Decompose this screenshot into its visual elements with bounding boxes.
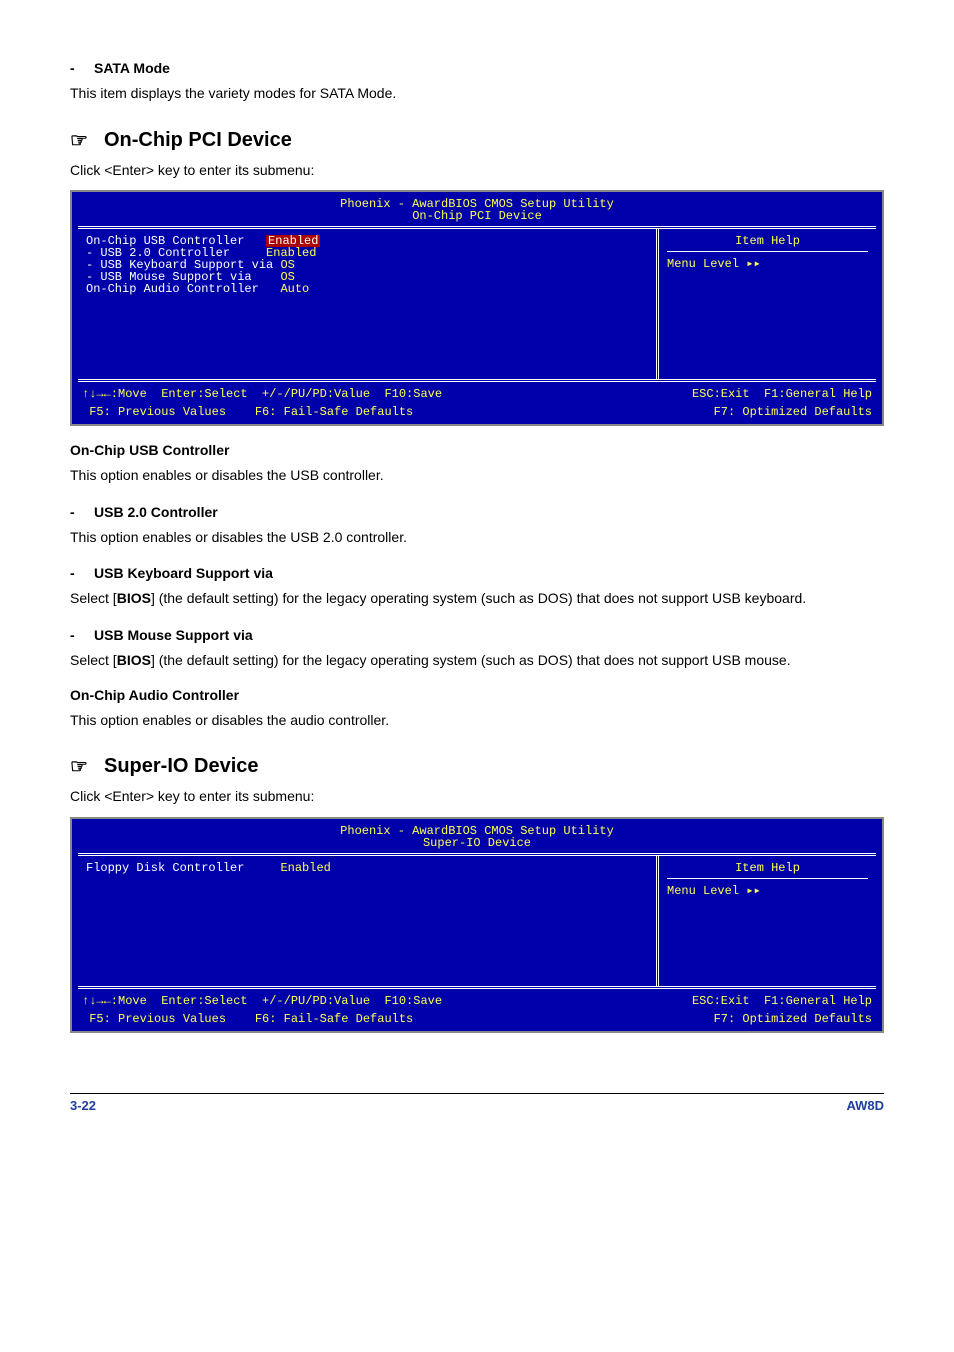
usb20-desc: This option enables or disables the USB … (70, 528, 884, 548)
superio-title: Super-IO Device (104, 755, 259, 778)
usb-mouse-heading: - USB Mouse Support via (70, 627, 884, 643)
bios-bold: BIOS (117, 590, 151, 606)
hand-pointer-icon: ☞ (70, 128, 104, 153)
bios-setting-label: Floppy Disk Controller (86, 862, 244, 874)
dash-bullet: - (70, 627, 94, 643)
bios-right-pane: Item Help Menu Level ▸▸ (656, 229, 876, 379)
bios-menu-level: Menu Level ▸▸ (667, 258, 868, 270)
usb20-heading: - USB 2.0 Controller (70, 504, 884, 520)
bios-screenshot-superio: Phoenix - AwardBIOS CMOS Setup Utility S… (70, 817, 884, 1033)
superio-header: ☞ Super-IO Device (70, 754, 884, 779)
onchip-pci-intro: Click <Enter> key to enter its submenu: (70, 161, 884, 181)
bios-setting-value: Enabled (280, 862, 330, 874)
usb20-title: USB 2.0 Controller (94, 504, 218, 520)
bios-body: On-Chip USB Controller Enabled - USB 2.0… (78, 226, 876, 382)
bios-screenshot-onchip-pci: Phoenix - AwardBIOS CMOS Setup Utility O… (70, 190, 884, 426)
bios-item-help: Item Help (667, 235, 868, 247)
hand-pointer-icon: ☞ (70, 754, 104, 779)
onchip-audio-desc: This option enables or disables the audi… (70, 711, 884, 731)
bios-title-line2: Super-IO Device (72, 837, 882, 849)
usb-keyboard-desc: Select [BIOS] (the default setting) for … (70, 589, 884, 609)
usb-keyboard-title: USB Keyboard Support via (94, 565, 273, 581)
bios-title-line2: On-Chip PCI Device (72, 210, 882, 222)
dash-bullet: - (70, 60, 94, 76)
usb-mouse-desc: Select [BIOS] (the default setting) for … (70, 651, 884, 671)
bios-body: Floppy Disk Controller Enabled Item Help… (78, 853, 876, 989)
bios-title-line1: Phoenix - AwardBIOS CMOS Setup Utility (72, 825, 882, 837)
bios-left-pane: On-Chip USB Controller Enabled - USB 2.0… (78, 229, 656, 379)
text-span: Select [ (70, 590, 117, 606)
onchip-pci-title: On-Chip PCI Device (104, 129, 292, 152)
onchip-audio-title: On-Chip Audio Controller (70, 687, 884, 703)
bios-menu-level: Menu Level ▸▸ (667, 885, 868, 897)
bios-keys-row1: ↑↓→←:Move Enter:Select +/-/PU/PD:Value F… (72, 993, 882, 1013)
bios-keys-right: ESC:Exit F1:General Help (692, 995, 872, 1007)
bios-keys-row1: ↑↓→←:Move Enter:Select +/-/PU/PD:Value F… (72, 386, 882, 406)
bios-row: On-Chip Audio Controller Auto (86, 283, 648, 295)
sata-mode-heading: - SATA Mode (70, 60, 884, 76)
dash-bullet: - (70, 565, 94, 581)
bios-keys-left: F5: Previous Values F6: Fail-Safe Defaul… (82, 406, 714, 418)
bios-keys-right: F7: Optimized Defaults (714, 1013, 872, 1025)
onchip-usb-title: On-Chip USB Controller (70, 442, 884, 458)
sata-mode-desc: This item displays the variety modes for… (70, 84, 884, 104)
superio-intro: Click <Enter> key to enter its submenu: (70, 787, 884, 807)
model-name: AW8D (846, 1098, 884, 1113)
bios-row: Floppy Disk Controller Enabled (86, 862, 648, 874)
page-number: 3-22 (70, 1098, 96, 1113)
bios-keys-right: F7: Optimized Defaults (714, 406, 872, 418)
bios-setting-label: On-Chip Audio Controller (86, 283, 259, 295)
text-span: Select [ (70, 652, 117, 668)
onchip-pci-header: ☞ On-Chip PCI Device (70, 128, 884, 153)
sata-mode-title: SATA Mode (94, 60, 170, 76)
bios-keys-row2: F5: Previous Values F6: Fail-Safe Defaul… (72, 406, 882, 424)
bios-keys-left: ↑↓→←:Move Enter:Select +/-/PU/PD:Value F… (82, 388, 692, 400)
onchip-usb-desc: This option enables or disables the USB … (70, 466, 884, 486)
bios-keys-row2: F5: Previous Values F6: Fail-Safe Defaul… (72, 1013, 882, 1031)
usb-mouse-title: USB Mouse Support via (94, 627, 253, 643)
bios-keys-left: F5: Previous Values F6: Fail-Safe Defaul… (82, 1013, 714, 1025)
text-span: ] (the default setting) for the legacy o… (151, 652, 791, 668)
bios-keys-right: ESC:Exit F1:General Help (692, 388, 872, 400)
page-footer: 3-22 AW8D (70, 1093, 884, 1113)
bios-bold: BIOS (117, 652, 151, 668)
usb-keyboard-heading: - USB Keyboard Support via (70, 565, 884, 581)
bios-setting-value: Auto (280, 283, 309, 295)
dash-bullet: - (70, 504, 94, 520)
text-span: ] (the default setting) for the legacy o… (151, 590, 806, 606)
bios-right-pane: Item Help Menu Level ▸▸ (656, 856, 876, 986)
bios-left-pane: Floppy Disk Controller Enabled (78, 856, 656, 986)
bios-item-help: Item Help (667, 862, 868, 874)
bios-keys-left: ↑↓→←:Move Enter:Select +/-/PU/PD:Value F… (82, 995, 692, 1007)
